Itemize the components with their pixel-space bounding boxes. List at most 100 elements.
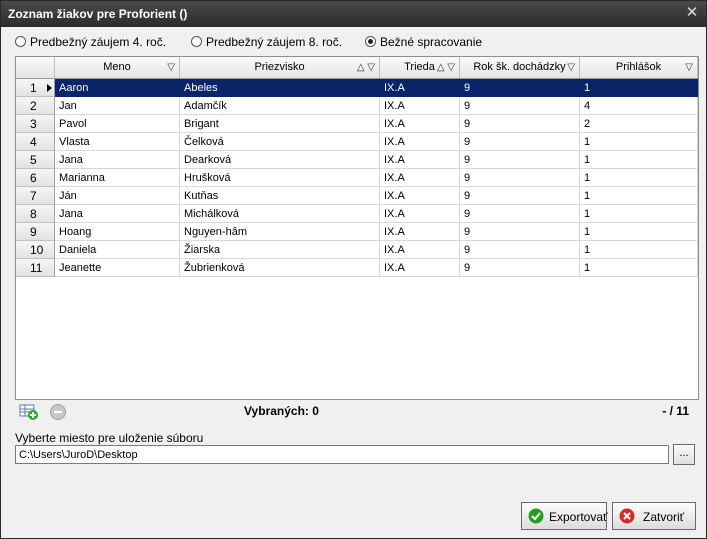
cell-trieda[interactable]: IX.A [380, 79, 460, 97]
cell-trieda[interactable]: IX.A [380, 133, 460, 151]
row-number[interactable]: 2 [16, 97, 55, 115]
export-button[interactable]: Exportovať [521, 502, 608, 530]
row-number[interactable]: 8 [16, 205, 55, 223]
cell-rok[interactable]: 9 [460, 223, 580, 241]
table-row[interactable]: 5 Jana Dearková IX.A 9 1 [16, 151, 698, 169]
students-table[interactable]: Meno ▽ Priezvisko △ ▽ Trieda △ ▽ Rok šk. do… [15, 56, 699, 400]
close-button-label: Zatvoriť [643, 510, 685, 524]
cell-trieda[interactable]: IX.A [380, 187, 460, 205]
cell-trieda[interactable]: IX.A [380, 259, 460, 277]
cell-rok[interactable]: 9 [460, 187, 580, 205]
column-header-meno[interactable]: Meno ▽ [55, 57, 180, 78]
cell-rok[interactable]: 9 [460, 115, 580, 133]
cell-prihlasok[interactable]: 1 [580, 223, 698, 241]
cell-meno[interactable]: Hoang [55, 223, 180, 241]
cell-priezvisko[interactable]: Žiarska [180, 241, 380, 259]
cell-prihlasok[interactable]: 1 [580, 259, 698, 277]
cell-priezvisko[interactable]: Adamčík [180, 97, 380, 115]
sort-filter-icon[interactable]: △ ▽ [437, 57, 455, 78]
table-header: Meno ▽ Priezvisko △ ▽ Trieda △ ▽ Rok šk. do… [16, 57, 698, 79]
cell-trieda[interactable]: IX.A [380, 241, 460, 259]
cell-priezvisko[interactable]: Hrušková [180, 169, 380, 187]
radio-predbezny-8[interactable]: Predbežný záujem 8. roč. [191, 35, 342, 49]
cell-prihlasok[interactable]: 1 [580, 205, 698, 223]
cell-priezvisko[interactable]: Brigant [180, 115, 380, 133]
radio-predbezny-4[interactable]: Predbežný záujem 4. roč. [15, 35, 166, 49]
cell-rok[interactable]: 9 [460, 151, 580, 169]
table-row[interactable]: 11 Jeanette Žubrienková IX.A 9 1 [16, 259, 698, 277]
cell-prihlasok[interactable]: 1 [580, 151, 698, 169]
table-row[interactable]: 8 Jana Michálková IX.A 9 1 [16, 205, 698, 223]
cell-meno[interactable]: Aaron [55, 79, 180, 97]
column-header-trieda[interactable]: Trieda △ ▽ [380, 57, 460, 78]
cell-prihlasok[interactable]: 1 [580, 133, 698, 151]
cell-prihlasok[interactable]: 4 [580, 97, 698, 115]
cell-priezvisko[interactable]: Abeles [180, 79, 380, 97]
row-number[interactable]: 9 [16, 223, 55, 241]
cell-meno[interactable]: Vlasta [55, 133, 180, 151]
cell-prihlasok[interactable]: 1 [580, 187, 698, 205]
column-header-prihlasok[interactable]: Prihlášok ▽ [580, 57, 698, 78]
cell-rok[interactable]: 9 [460, 241, 580, 259]
browse-button[interactable]: ... [673, 444, 695, 465]
cell-rok[interactable]: 9 [460, 79, 580, 97]
row-number[interactable]: 7 [16, 187, 55, 205]
save-path-input[interactable] [15, 445, 669, 464]
table-row[interactable]: 4 Vlasta Čelková IX.A 9 1 [16, 133, 698, 151]
cell-prihlasok[interactable]: 1 [580, 79, 698, 97]
cell-meno[interactable]: Jeanette [55, 259, 180, 277]
cell-trieda[interactable]: IX.A [380, 205, 460, 223]
cell-priezvisko[interactable]: Nguyen-hâm [180, 223, 380, 241]
add-row-icon[interactable] [19, 403, 39, 421]
table-row[interactable]: 7 Ján Kutňas IX.A 9 1 [16, 187, 698, 205]
filter-icon[interactable]: ▽ [167, 57, 175, 78]
table-row[interactable]: 10 Daniela Žiarska IX.A 9 1 [16, 241, 698, 259]
filter-icon[interactable]: ▽ [567, 57, 575, 78]
row-number[interactable]: 4 [16, 133, 55, 151]
cell-trieda[interactable]: IX.A [380, 223, 460, 241]
cell-meno[interactable]: Jana [55, 151, 180, 169]
cell-rok[interactable]: 9 [460, 205, 580, 223]
row-number[interactable]: 3 [16, 115, 55, 133]
cell-meno[interactable]: Pavol [55, 115, 180, 133]
close-button[interactable]: Zatvoriť [612, 502, 696, 530]
radio-bezne-spracovanie[interactable]: Bežné spracovanie [365, 35, 482, 49]
cell-prihlasok[interactable]: 1 [580, 169, 698, 187]
cell-prihlasok[interactable]: 1 [580, 241, 698, 259]
close-icon[interactable]: ✕ [684, 5, 700, 21]
column-header-priezvisko[interactable]: Priezvisko △ ▽ [180, 57, 380, 78]
column-header-rok[interactable]: Rok šk. dochádzky ▽ [460, 57, 580, 78]
cell-rok[interactable]: 9 [460, 133, 580, 151]
table-row[interactable]: 1 Aaron Abeles IX.A 9 1 [16, 79, 698, 97]
cell-prihlasok[interactable]: 2 [580, 115, 698, 133]
cell-priezvisko[interactable]: Žubrienková [180, 259, 380, 277]
remove-row-icon[interactable] [49, 403, 67, 421]
cell-trieda[interactable]: IX.A [380, 115, 460, 133]
cell-meno[interactable]: Marianna [55, 169, 180, 187]
cell-meno[interactable]: Jana [55, 205, 180, 223]
row-number[interactable]: 5 [16, 151, 55, 169]
sort-filter-icon[interactable]: △ ▽ [357, 57, 375, 78]
row-number[interactable]: 10 [16, 241, 55, 259]
filter-icon[interactable]: ▽ [685, 57, 693, 78]
cell-meno[interactable]: Daniela [55, 241, 180, 259]
row-number[interactable]: 11 [16, 259, 55, 277]
table-row[interactable]: 3 Pavol Brigant IX.A 9 2 [16, 115, 698, 133]
cell-priezvisko[interactable]: Dearková [180, 151, 380, 169]
cell-meno[interactable]: Jan [55, 97, 180, 115]
cell-trieda[interactable]: IX.A [380, 169, 460, 187]
cell-trieda[interactable]: IX.A [380, 151, 460, 169]
cell-priezvisko[interactable]: Kutňas [180, 187, 380, 205]
table-row[interactable]: 9 Hoang Nguyen-hâm IX.A 9 1 [16, 223, 698, 241]
cell-trieda[interactable]: IX.A [380, 97, 460, 115]
cell-priezvisko[interactable]: Čelková [180, 133, 380, 151]
cell-rok[interactable]: 9 [460, 97, 580, 115]
title-bar[interactable]: Zoznam žiakov pre Proforient () ✕ [1, 1, 706, 27]
table-row[interactable]: 6 Marianna Hrušková IX.A 9 1 [16, 169, 698, 187]
cell-rok[interactable]: 9 [460, 169, 580, 187]
cell-priezvisko[interactable]: Michálková [180, 205, 380, 223]
cell-rok[interactable]: 9 [460, 259, 580, 277]
cell-meno[interactable]: Ján [55, 187, 180, 205]
table-row[interactable]: 2 Jan Adamčík IX.A 9 4 [16, 97, 698, 115]
row-number[interactable]: 6 [16, 169, 55, 187]
